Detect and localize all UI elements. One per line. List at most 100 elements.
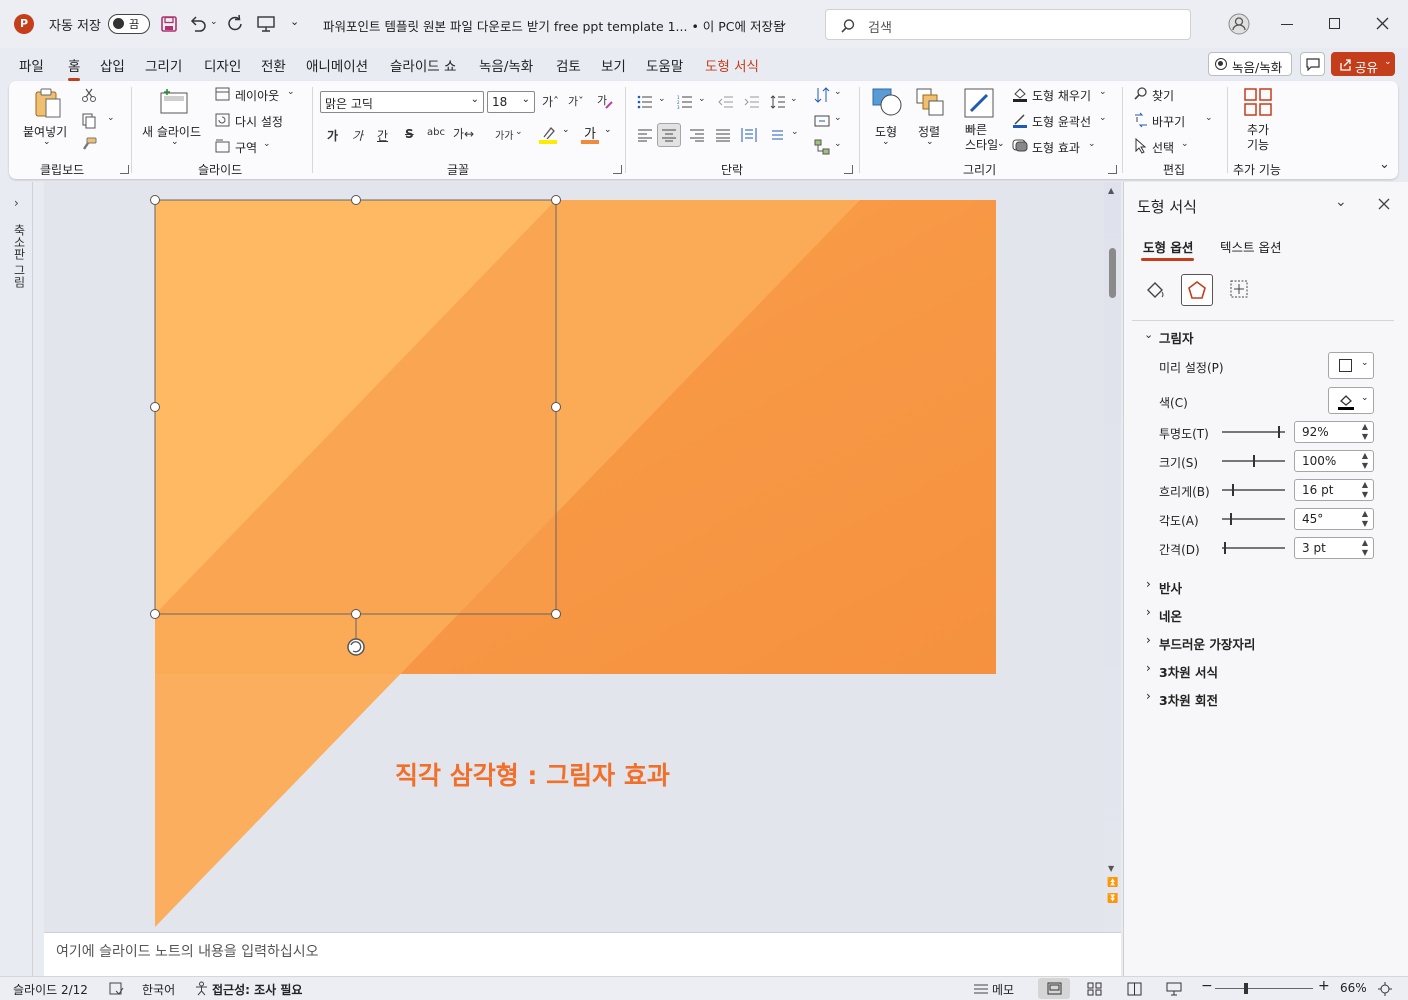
distance-input[interactable]: 3 pt ▲ ▼ (1294, 537, 1374, 559)
font-launcher-icon[interactable] (613, 165, 622, 174)
comments-button[interactable] (1300, 52, 1325, 76)
minimize-icon[interactable] (1281, 24, 1293, 26)
expand-icon[interactable]: › (1146, 577, 1151, 591)
section-dropdown-icon[interactable]: ⌄ (263, 139, 271, 149)
tab-draw[interactable]: 그리기 (145, 55, 182, 75)
quick-styles-button[interactable]: 빠른 스타일 ⌄ (953, 85, 1005, 155)
arrange-button[interactable]: 정렬 ⌄ (909, 85, 951, 155)
blur-input[interactable]: 16 pt ▲ ▼ (1294, 479, 1374, 501)
editor-scrollbar[interactable]: ▲ ▼ ⏫ ⏬ (1104, 182, 1121, 932)
shape-fill-button[interactable]: 도형 채우기 (1032, 87, 1091, 104)
slide-canvas[interactable] (44, 182, 1104, 932)
undo-dropdown-icon[interactable]: ⌄ (210, 17, 218, 27)
sort-icon[interactable] (814, 87, 830, 103)
decrease-indent-icon[interactable] (718, 95, 734, 109)
distance-slider[interactable] (1222, 542, 1285, 554)
slide-counter[interactable]: 슬라이드 2/12 (13, 981, 88, 998)
select-dropdown-icon[interactable]: ⌄ (1181, 139, 1189, 149)
text-direction-icon[interactable] (771, 129, 787, 141)
replace-icon[interactable] (1133, 112, 1149, 128)
fill-line-icon[interactable] (1143, 278, 1167, 302)
clear-formatting-icon[interactable]: 가 (596, 92, 614, 110)
align-left-icon[interactable] (637, 128, 653, 142)
shape-outline-icon[interactable] (1012, 112, 1028, 128)
share-button[interactable]: 공유 ⌄ (1331, 52, 1395, 76)
close-pane-icon[interactable] (1378, 198, 1390, 210)
slider-thumb[interactable] (1229, 513, 1232, 525)
presentation-start-icon[interactable] (256, 15, 276, 33)
justify-icon[interactable] (715, 128, 731, 142)
previous-slide-icon[interactable]: ⏫ (1107, 878, 1118, 888)
size-input[interactable]: 100% ▲ ▼ (1294, 450, 1374, 472)
section-button[interactable]: 구역 (235, 139, 257, 156)
find-icon[interactable] (1133, 86, 1149, 102)
ribbon-collapse-icon[interactable]: ⌄ (1379, 157, 1390, 172)
zoom-in-icon[interactable]: + (1318, 978, 1330, 994)
record-button[interactable]: 녹음/녹화 (1208, 52, 1292, 76)
effects-tab-button[interactable] (1181, 274, 1213, 306)
slider-thumb[interactable] (1252, 455, 1255, 467)
font-name-combobox[interactable]: 맑은 고딕 ⌄ (320, 91, 484, 113)
3d-rotation-section-header[interactable]: 3차원 회전 (1159, 690, 1218, 709)
select-button[interactable]: 선택 (1152, 139, 1174, 156)
increase-indent-icon[interactable] (744, 95, 760, 109)
find-button[interactable]: 찾기 (1152, 87, 1174, 104)
slider-thumb[interactable] (1278, 426, 1281, 438)
angle-input[interactable]: 45° ▲ ▼ (1294, 508, 1374, 530)
scroll-up-icon[interactable]: ▲ (1108, 186, 1114, 195)
accessibility-status[interactable]: 접근성: 조사 필요 (212, 981, 302, 998)
text-direction-dropdown-icon[interactable]: ⌄ (791, 127, 799, 137)
undo-icon[interactable] (188, 15, 208, 33)
replace-dropdown-icon[interactable]: ⌄ (1205, 113, 1213, 123)
language-indicator[interactable]: 한국어 (142, 981, 175, 998)
zoom-slider[interactable] (1215, 983, 1313, 994)
tab-review[interactable]: 검토 (556, 55, 581, 75)
shrink-font-button[interactable]: 가ˇ (568, 93, 584, 109)
thumbnails-label[interactable]: 축소판 그림 (11, 224, 28, 288)
search-box[interactable]: 검색 (825, 9, 1191, 40)
grow-font-button[interactable]: 가ˆ (542, 93, 559, 110)
resize-handle-right[interactable] (551, 402, 561, 412)
expand-icon[interactable]: › (1146, 661, 1151, 675)
shape-effects-dropdown-icon[interactable]: ⌄ (1088, 139, 1096, 149)
line-spacing-dropdown-icon[interactable]: ⌄ (790, 94, 798, 104)
font-color-button[interactable]: 가 ⌄ (581, 123, 612, 147)
numbering-icon[interactable]: 123 (677, 95, 693, 109)
paste-button[interactable]: 붙여넣기 ⌄ (21, 85, 73, 153)
redo-icon[interactable] (226, 14, 246, 34)
tab-shape-format[interactable]: 도형 서식 (705, 55, 759, 75)
copy-icon[interactable] (81, 113, 97, 129)
character-spacing-button[interactable]: 가↔ (453, 125, 474, 142)
resize-handle-top[interactable] (351, 195, 361, 205)
shadow-section-header[interactable]: 그림자 (1159, 328, 1194, 347)
line-spacing-icon[interactable] (770, 94, 786, 110)
reset-button[interactable]: 다시 설정 (235, 113, 283, 130)
shape-fill-icon[interactable] (1012, 86, 1028, 102)
tab-transitions[interactable]: 전환 (261, 55, 286, 75)
zoom-slider-thumb[interactable] (1244, 983, 1248, 994)
layout-icon[interactable] (215, 87, 230, 101)
scroll-down-icon[interactable]: ▼ (1108, 864, 1114, 873)
smartart-icon[interactable] (814, 139, 830, 155)
notes-area[interactable]: 여기에 슬라이드 노트의 내용을 입력하십시오 (44, 932, 1121, 976)
underline-button[interactable]: 간 (377, 127, 388, 144)
account-avatar-icon[interactable] (1228, 13, 1250, 35)
expand-icon[interactable]: › (1146, 633, 1151, 647)
accessibility-icon[interactable] (194, 981, 209, 996)
soft-edges-section-header[interactable]: 부드러운 가장자리 (1159, 634, 1255, 653)
angle-slider[interactable] (1222, 513, 1285, 525)
resize-handle-left[interactable] (150, 402, 160, 412)
align-text-icon[interactable] (814, 113, 830, 129)
new-slide-button[interactable]: 새 슬라이드 ⌄ (139, 85, 209, 155)
tab-text-options[interactable]: 텍스트 옵션 (1220, 237, 1281, 256)
notes-toggle[interactable]: 메모 (992, 981, 1014, 998)
align-right-icon[interactable] (689, 128, 705, 142)
resize-handle-bottom-right[interactable] (551, 609, 561, 619)
drawing-launcher-icon[interactable] (1108, 165, 1117, 174)
resize-handle-bottom[interactable] (351, 609, 361, 619)
expand-thumbnails-icon[interactable]: › (14, 196, 19, 210)
glow-section-header[interactable]: 네온 (1159, 606, 1182, 625)
resize-handle-top-right[interactable] (551, 195, 561, 205)
zoom-out-icon[interactable]: − (1201, 978, 1213, 994)
expand-icon[interactable]: › (1146, 605, 1151, 619)
